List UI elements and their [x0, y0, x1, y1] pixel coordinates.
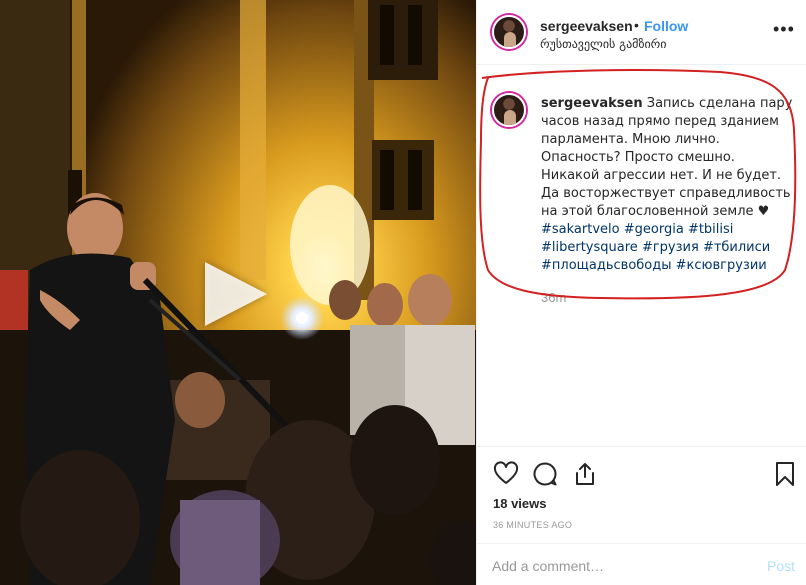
hashtag-link[interactable]: #грузия: [642, 240, 699, 255]
hashtag-link[interactable]: #tbilisi: [688, 222, 733, 237]
bookmark-icon[interactable]: [772, 461, 798, 487]
caption-body: Запись сделана пару часов назад прямо пе…: [541, 96, 793, 219]
caption-avatar[interactable]: [492, 93, 526, 127]
more-options-icon[interactable]: •••: [773, 20, 795, 38]
hashtag-link[interactable]: #ксювгрузии: [676, 258, 767, 273]
caption-username[interactable]: sergeevaksen: [541, 96, 643, 111]
hashtag-link[interactable]: #тбилиси: [703, 240, 770, 255]
hashtag-link[interactable]: #georgia: [624, 222, 684, 237]
play-icon[interactable]: [205, 262, 267, 326]
post-comment-button[interactable]: Post: [767, 558, 795, 574]
hashtag-link[interactable]: #площадьсвободы: [541, 258, 672, 273]
follow-button[interactable]: Follow: [644, 18, 688, 34]
add-comment-bar: Post: [477, 543, 806, 585]
caption-age[interactable]: 36m: [541, 290, 566, 305]
share-icon[interactable]: [572, 461, 598, 487]
hashtag-link[interactable]: #libertysquare: [541, 240, 638, 255]
caption-text: sergeevaksen Запись сделана пару часов н…: [541, 95, 793, 275]
post-timestamp[interactable]: 36 MINUTES AGO: [493, 520, 572, 530]
location-link[interactable]: რუსთაველის გამზირი: [540, 37, 666, 51]
action-bar: 18 views 36 MINUTES AGO Post: [477, 446, 806, 585]
separator-dot: •: [634, 17, 639, 33]
comment-input[interactable]: [492, 556, 732, 576]
author-avatar[interactable]: [492, 15, 526, 49]
post-video[interactable]: [0, 0, 476, 585]
comment-bubble-icon[interactable]: [532, 461, 558, 487]
hashtag-link[interactable]: #sakartvelo: [541, 222, 620, 237]
post-header: sergeevaksen • Follow რუსთაველის გამზირი…: [477, 0, 806, 65]
heart-icon[interactable]: [493, 461, 519, 487]
author-username[interactable]: sergeevaksen: [540, 18, 633, 34]
post-details-panel: sergeevaksen • Follow რუსთაველის გამზირი…: [476, 0, 806, 585]
views-count[interactable]: 18 views: [493, 496, 547, 511]
